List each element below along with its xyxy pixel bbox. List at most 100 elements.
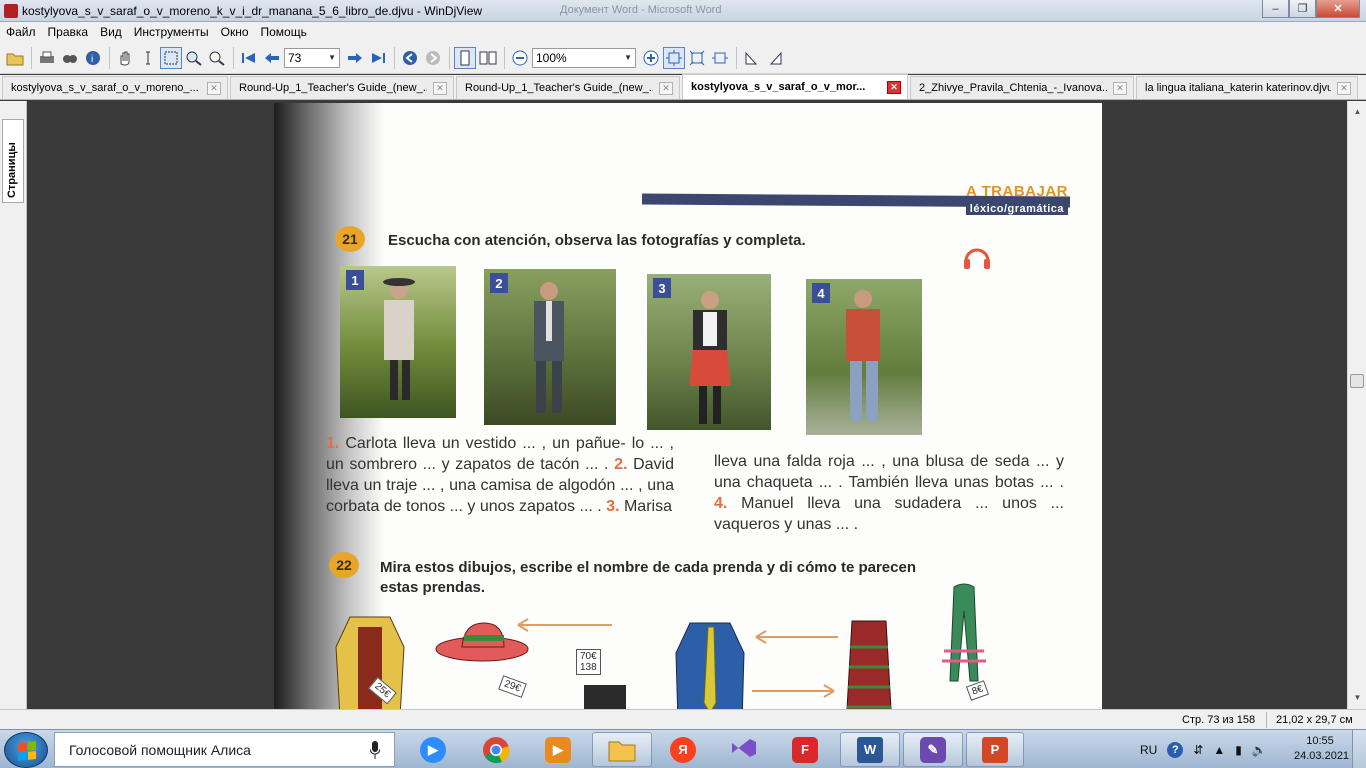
close-tab-icon[interactable]: ✕ <box>1337 81 1351 95</box>
windjview-app-icon[interactable]: ✎ <box>903 732 963 767</box>
rect-select-icon[interactable] <box>160 46 182 69</box>
tab-document-2[interactable]: Round-Up_1_Teacher's Guide_(new_... ✕ <box>230 76 454 99</box>
powerpoint-app-icon[interactable]: P <box>966 732 1024 767</box>
menu-tools[interactable]: Инструменты <box>134 25 209 39</box>
foxit-app-icon[interactable]: F <box>777 732 833 767</box>
close-button[interactable]: ✕ <box>1316 0 1360 18</box>
language-indicator[interactable]: RU <box>1140 743 1157 757</box>
chevron-down-icon[interactable]: ▼ <box>328 53 336 62</box>
hand-tool-icon[interactable] <box>114 47 136 69</box>
menu-bar: Файл Правка Вид Инструменты Окно Помощь <box>0 22 1366 42</box>
network-switch-icon[interactable]: ⇵ <box>1193 743 1203 757</box>
start-button[interactable] <box>4 732 48 768</box>
toolbar-separator <box>736 46 737 69</box>
item-text: Manuel lleva una sudadera ... unos ... v… <box>714 495 1064 533</box>
rotate-right-icon[interactable] <box>764 47 786 69</box>
explorer-app-icon[interactable] <box>592 732 652 767</box>
pages-panel-tab[interactable]: Страницы <box>2 119 24 203</box>
document-viewer[interactable]: A TRABAJAR léxico/gramática 21 Escucha c… <box>27 101 1347 709</box>
photo-4-number: 4 <box>812 283 830 303</box>
two-pages-icon[interactable] <box>477 47 499 69</box>
menu-view[interactable]: Вид <box>100 25 122 39</box>
item-number: 1. <box>326 435 340 452</box>
close-tab-icon[interactable]: ✕ <box>1113 81 1127 95</box>
tray-expand-icon[interactable]: ▲ <box>1213 743 1225 757</box>
close-tab-icon[interactable]: ✕ <box>207 81 221 95</box>
price-tag-line: 70€ <box>580 651 597 662</box>
forward-icon[interactable] <box>422 47 444 69</box>
menu-file[interactable]: Файл <box>6 25 36 39</box>
vertical-scrollbar[interactable]: ▲ ▼ <box>1347 101 1366 709</box>
tab-document-active[interactable]: kostylyova_s_v_saraf_o_v_mor... ✕ <box>682 74 908 99</box>
close-tab-icon[interactable]: ✕ <box>659 81 673 95</box>
rotate-left-icon[interactable] <box>741 47 763 69</box>
single-page-icon[interactable] <box>454 46 476 69</box>
item-text: Marisa <box>619 498 672 515</box>
section-subtitle: léxico/gramática <box>965 203 1068 215</box>
find-icon[interactable] <box>59 47 81 69</box>
menu-edit[interactable]: Правка <box>48 25 89 39</box>
text-select-icon[interactable] <box>137 47 159 69</box>
volume-icon[interactable]: 🔈 <box>1252 743 1267 757</box>
microphone-icon[interactable] <box>370 741 380 759</box>
window-title: kostylyova_s_v_saraf_o_v_moreno_k_v_i_dr… <box>22 4 483 18</box>
magnify-icon[interactable] <box>206 47 228 69</box>
exercise-21-number: 21 <box>335 226 365 252</box>
last-page-icon[interactable] <box>367 47 389 69</box>
open-icon[interactable] <box>4 47 26 69</box>
clock-time: 10:55 <box>1306 735 1334 747</box>
first-page-icon[interactable] <box>238 47 260 69</box>
exercise-21-text-right: lleva una falda roja ... , una blusa de … <box>714 451 1064 535</box>
tab-document-1[interactable]: kostylyova_s_v_saraf_o_v_moreno_... ✕ <box>2 76 228 99</box>
tab-label: 2_Zhivye_Pravila_Chtenia_-_Ivanova... <box>919 82 1107 94</box>
menu-window[interactable]: Окно <box>221 25 249 39</box>
tab-document-5[interactable]: 2_Zhivye_Pravila_Chtenia_-_Ivanova... ✕ <box>910 76 1134 99</box>
voice-assistant-text: Голосовой помощник Алиса <box>69 741 251 758</box>
item-number: 2. <box>614 456 628 473</box>
minimize-button[interactable]: – <box>1262 0 1289 18</box>
tab-document-6[interactable]: la lingua italiana_katerin katerinov.djv… <box>1136 76 1358 99</box>
yandex-app-icon[interactable]: Я <box>655 732 711 767</box>
svg-text:i: i <box>91 54 93 65</box>
word-app-icon[interactable]: W <box>840 732 900 767</box>
scroll-down-icon[interactable]: ▼ <box>1350 690 1365 705</box>
voice-assistant-search[interactable]: Голосовой помощник Алиса <box>54 732 395 767</box>
restore-button[interactable]: ❐ <box>1289 0 1316 18</box>
show-desktop-button[interactable] <box>1352 730 1366 768</box>
zoom-select[interactable]: 100% ▼ <box>532 47 636 68</box>
zoom-glyph-icon: ▶ <box>420 736 446 763</box>
fit-page-icon[interactable] <box>663 46 685 69</box>
scroll-up-icon[interactable]: ▲ <box>1350 104 1365 119</box>
page-number-input[interactable]: 73 ▼ <box>284 47 340 68</box>
print-icon[interactable] <box>36 47 58 69</box>
chrome-app-icon[interactable] <box>468 732 524 767</box>
zoom-in-icon[interactable] <box>640 47 662 69</box>
close-tab-icon[interactable]: ✕ <box>887 80 901 94</box>
actual-size-icon[interactable] <box>709 47 731 69</box>
zoom-value: 100% <box>536 50 567 65</box>
background-window-title: Документ Word - Microsoft Word <box>560 4 722 16</box>
previous-page-icon[interactable] <box>261 47 283 69</box>
chevron-down-icon[interactable]: ▼ <box>624 53 632 62</box>
info-icon[interactable]: i <box>82 47 104 69</box>
zoom-app-icon[interactable]: ▶ <box>405 732 461 767</box>
next-page-icon[interactable] <box>344 47 366 69</box>
zoom-tool-icon[interactable] <box>183 47 205 69</box>
help-icon[interactable]: ? <box>1167 741 1184 758</box>
price-tag-shirt: 70€ 138 <box>576 649 601 675</box>
device-icon[interactable]: ▮ <box>1235 743 1242 757</box>
vs-app-icon[interactable] <box>716 732 772 767</box>
close-tab-icon[interactable]: ✕ <box>433 81 447 95</box>
tab-document-3[interactable]: Round-Up_1_Teacher's Guide_(new_... ✕ <box>456 76 680 99</box>
clock-date: 24.03.2021 <box>1294 750 1350 762</box>
system-clock[interactable]: 10:55 24.03.2021 <box>1294 734 1350 764</box>
menu-help[interactable]: Помощь <box>261 25 307 39</box>
fit-width-icon[interactable] <box>686 47 708 69</box>
back-icon[interactable] <box>399 47 421 69</box>
scrollbar-thumb[interactable] <box>1350 374 1364 388</box>
pages-panel-label: Страницы <box>6 142 18 198</box>
windows-logo-icon <box>18 741 36 761</box>
zoom-out-icon[interactable] <box>509 47 531 69</box>
video-app-icon[interactable]: ▶ <box>530 732 586 767</box>
item-text: lleva una falda roja ... , una blusa de … <box>714 453 1064 491</box>
